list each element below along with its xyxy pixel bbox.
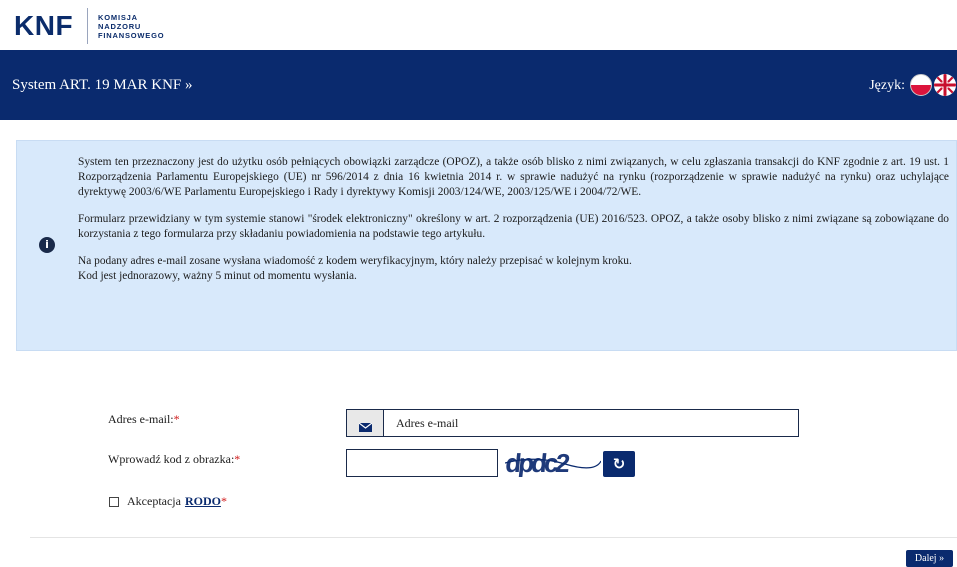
rodo-link[interactable]: RODO (185, 494, 221, 509)
rodo-label: Akceptacja (127, 494, 181, 508)
info-paragraph-1: System ten przeznaczony jest do użytku o… (78, 156, 949, 198)
info-paragraph-2: Formularz przewidziany w tym systemie st… (78, 213, 949, 240)
rodo-checkbox[interactable] (109, 496, 119, 507)
captcha-label: Wprowadź kod z obrazka:* (108, 452, 240, 467)
captcha-label-text: Wprowadź kod z obrazka: (108, 452, 235, 466)
info-circle-icon: i (39, 237, 55, 253)
rodo-consent: Akceptacja RODO * (109, 494, 227, 509)
logo-line-3: FINANSOWEGO (98, 30, 165, 40)
info-paragraph-3-line-1: Na podany adres e-mail zosane wysłana wi… (78, 255, 632, 267)
language-label: Język: (869, 78, 905, 93)
polish-flag-icon[interactable] (910, 74, 932, 96)
uk-flag-icon[interactable] (934, 74, 956, 96)
logo-mark: KNF (14, 10, 74, 41)
logo-line-1: KOMISJA (98, 12, 138, 22)
required-mark: * (220, 494, 227, 508)
refresh-icon: ↻ (612, 455, 626, 473)
app-title[interactable]: System ART. 19 MAR KNF » (12, 77, 193, 94)
email-addon (347, 410, 384, 436)
header-bar: System ART. 19 MAR KNF » Język: (0, 50, 957, 120)
refresh-captcha-button[interactable]: ↻ (603, 451, 635, 477)
captcha-image: dpdc2 (504, 448, 602, 478)
email-field-group (346, 409, 799, 437)
email-label: Adres e-mail:* (108, 412, 180, 427)
info-paragraph-3: Na podany adres e-mail zosane wysłana wi… (78, 254, 949, 284)
email-label-text: Adres e-mail: (108, 412, 174, 426)
captcha-input[interactable] (346, 449, 498, 477)
envelope-icon (358, 419, 372, 432)
info-text: System ten przeznaczony jest do użytku o… (78, 155, 949, 296)
info-panel: i System ten przeznaczony jest do użytku… (16, 140, 957, 351)
required-mark: * (173, 412, 180, 426)
next-button[interactable]: Dalej » (906, 550, 953, 567)
logo-divider (87, 8, 89, 44)
logo-text: KOMISJA NADZORU FINANSOWEGO (98, 13, 164, 40)
required-mark: * (234, 452, 241, 466)
info-paragraph-3-line-2: Kod jest jednorazowy, ważny 5 minut od m… (78, 270, 357, 282)
email-input[interactable] (384, 410, 798, 436)
divider (30, 537, 957, 538)
knf-logo[interactable]: KNF KOMISJA NADZORU FINANSOWEGO (14, 8, 164, 44)
logo-line-2: NADZORU (98, 21, 142, 31)
